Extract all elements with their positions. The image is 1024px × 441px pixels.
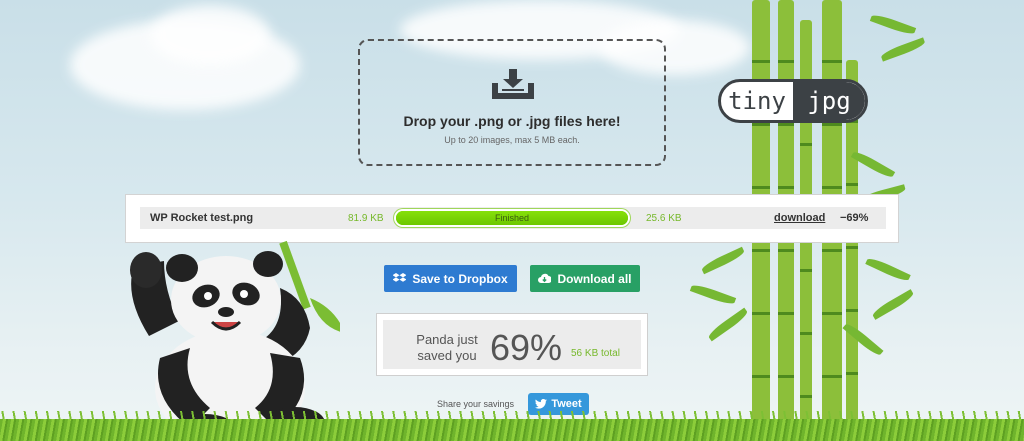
logo-text-jpg: jpg bbox=[793, 82, 865, 120]
file-result-row: WP Rocket test.png 81.9 KB Finished 25.6… bbox=[140, 207, 886, 229]
download-tray-icon bbox=[492, 69, 534, 99]
file-name: WP Rocket test.png bbox=[150, 212, 254, 224]
cloud-download-icon bbox=[538, 273, 552, 283]
progress-status: Finished bbox=[494, 213, 530, 223]
grass-ground bbox=[0, 419, 1024, 441]
savings-summary-total: 56 KB total bbox=[571, 348, 620, 359]
savings-summary-text: Panda just saved you bbox=[416, 332, 478, 363]
tinyjpg-logo: tiny jpg bbox=[718, 79, 868, 123]
savings-summary-percent: 69% bbox=[490, 327, 563, 368]
save-to-dropbox-button[interactable]: Save to Dropbox bbox=[384, 265, 517, 292]
cloud bbox=[150, 5, 270, 65]
drop-zone-subtitle: Up to 20 images, max 5 MB each. bbox=[444, 135, 580, 145]
progress-bar: Finished bbox=[394, 209, 630, 227]
download-all-button[interactable]: Download all bbox=[530, 265, 640, 292]
dropbox-icon bbox=[393, 273, 407, 282]
drop-zone-title: Drop your .png or .jpg files here! bbox=[403, 113, 621, 129]
results-panel: WP Rocket test.png 81.9 KB Finished 25.6… bbox=[125, 194, 899, 243]
download-link[interactable]: download bbox=[774, 212, 825, 224]
original-size: 81.9 KB bbox=[348, 213, 384, 224]
compressed-size: 25.6 KB bbox=[646, 213, 682, 224]
savings-summary: Panda just saved you 69% 56 KB total bbox=[376, 313, 648, 376]
savings-summary-inner: Panda just saved you 69% 56 KB total bbox=[383, 320, 641, 369]
share-label: Share your savings bbox=[437, 399, 515, 409]
logo-text-tiny: tiny bbox=[728, 87, 786, 115]
twitter-bird-icon bbox=[535, 399, 548, 409]
savings-percent: −69% bbox=[840, 212, 869, 224]
tweet-label: Tweet bbox=[551, 398, 582, 410]
save-to-dropbox-label: Save to Dropbox bbox=[412, 271, 508, 286]
download-all-label: Download all bbox=[557, 271, 632, 286]
file-drop-zone[interactable]: Drop your .png or .jpg files here! Up to… bbox=[358, 39, 666, 166]
